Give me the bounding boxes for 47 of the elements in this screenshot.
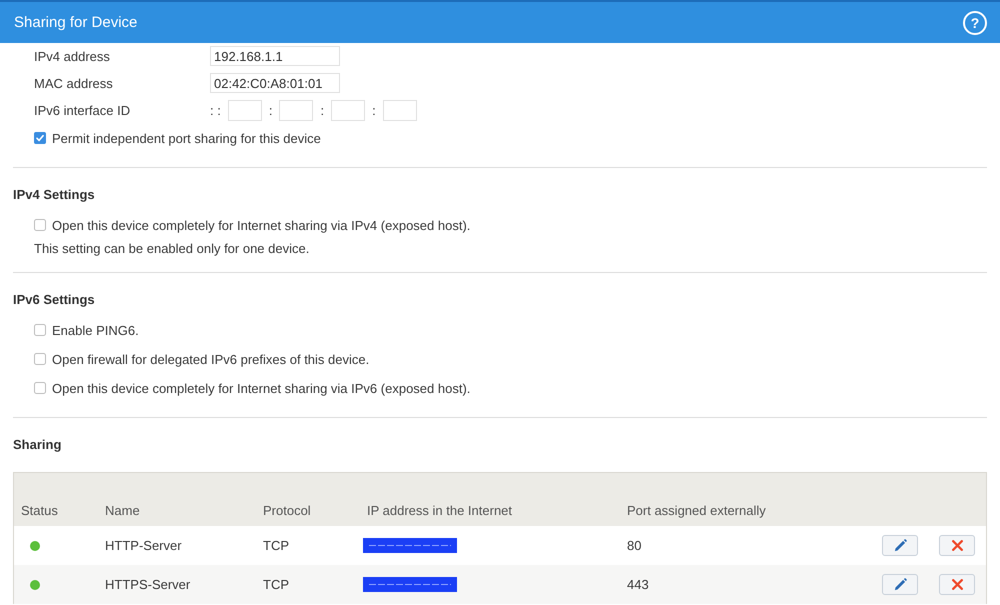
column-header: Port assigned externally <box>627 503 766 518</box>
field-label: MAC address <box>34 76 113 90</box>
column-header: Status <box>21 503 58 518</box>
pencil-icon <box>894 539 906 552</box>
cross-icon <box>952 540 962 551</box>
edit-button[interactable] <box>882 574 918 595</box>
edit-button[interactable] <box>882 535 918 556</box>
input-field[interactable] <box>331 100 366 121</box>
column-header: Protocol <box>263 503 311 518</box>
note-text: This setting can be enabled only for one device. <box>34 240 310 258</box>
table-cell: HTTP-Server <box>105 538 182 553</box>
input-field[interactable] <box>228 100 262 121</box>
cross-icon <box>952 579 962 590</box>
input-field[interactable] <box>279 100 314 121</box>
checkbox-label[interactable]: Permit independent port sharing for this device <box>52 130 321 146</box>
checkbox[interactable] <box>34 324 46 336</box>
separator-text: : <box>372 103 376 118</box>
checkbox-label[interactable]: Enable PING6. <box>52 322 139 338</box>
checkbox[interactable] <box>34 353 46 365</box>
text-field[interactable]: 02:42:C0:A8:01:01 <box>210 73 340 93</box>
section-title: Sharing <box>13 436 62 454</box>
table-cell: 443 <box>627 577 649 592</box>
field-label: IPv6 interface ID <box>34 103 130 118</box>
separator-text: : <box>320 103 324 118</box>
checkbox-label[interactable]: Open this device completely for Internet sharing via IPv4 (exposed host). <box>52 218 470 232</box>
input-field[interactable] <box>382 100 417 121</box>
checkbox[interactable] <box>34 132 46 144</box>
separator-text: : <box>268 103 272 118</box>
table-cell: 80 <box>627 538 642 553</box>
separator-text: : : <box>210 103 221 118</box>
dialog-title: Sharing for Device <box>14 14 138 31</box>
delete-button[interactable] <box>939 574 975 595</box>
section-title: IPv4 Settings <box>13 186 95 204</box>
checkbox[interactable] <box>34 382 46 394</box>
delete-button[interactable] <box>939 535 975 556</box>
column-header: Name <box>105 503 140 518</box>
column-header: IP address in the Internet <box>367 503 512 518</box>
checkbox-label[interactable]: Open this device completely for Internet sharing via IPv6 (exposed host). <box>52 380 470 396</box>
table-cell: TCP <box>263 538 289 553</box>
pencil-icon <box>894 578 906 591</box>
text-field[interactable]: 192.168.1.1 <box>210 46 340 66</box>
checkbox-label[interactable]: Open firewall for delegated IPv6 prefixes of this device. <box>52 352 370 366</box>
table-cell: TCP <box>263 577 289 592</box>
checkbox[interactable] <box>34 219 46 231</box>
field-label: IPv4 address <box>34 48 110 64</box>
section-title: IPv6 Settings <box>13 291 95 309</box>
table-cell: HTTPS-Server <box>105 577 190 592</box>
